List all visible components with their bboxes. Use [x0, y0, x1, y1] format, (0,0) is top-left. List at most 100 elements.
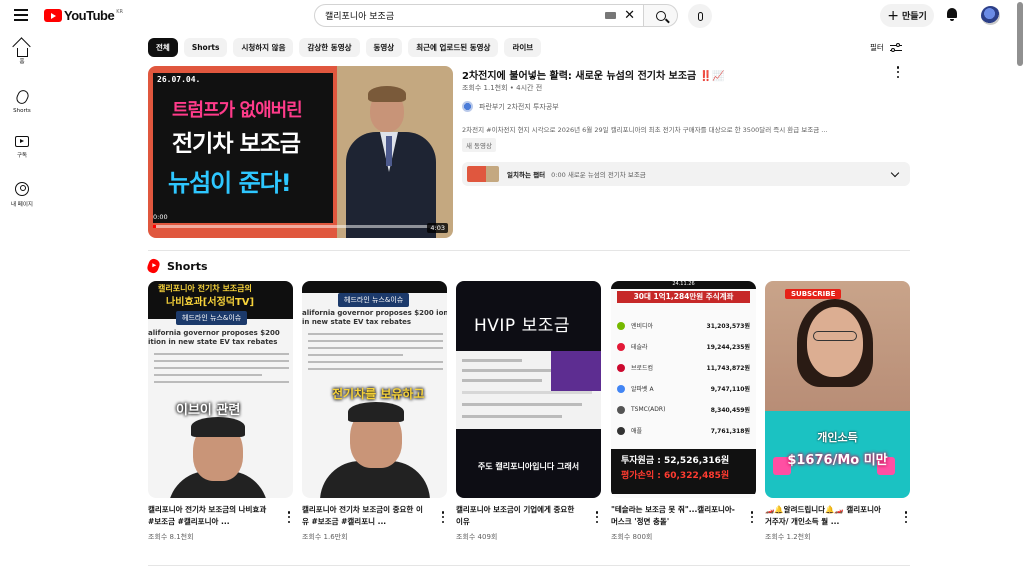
short-thumb-line-2: $1676/Mo 미만: [787, 453, 888, 468]
short-more-icon[interactable]: [904, 511, 908, 523]
shorts-logo-icon: [145, 257, 162, 275]
short-more-icon[interactable]: [287, 511, 291, 523]
chapter-label: 일치하는 챕터: [507, 171, 546, 179]
create-label: 만들기: [901, 12, 927, 22]
subscriptions-icon: [15, 136, 29, 147]
you-icon: [15, 182, 29, 196]
voice-search-button[interactable]: [688, 4, 712, 28]
logo-country: KR: [116, 8, 123, 15]
shorts-section-title: Shorts: [167, 259, 208, 273]
chip-watched[interactable]: 감상한 동영상: [299, 38, 360, 57]
sidebar-item-label: Shorts: [13, 108, 31, 114]
matching-chapter[interactable]: 일치하는 챕터 0:00 새로운 뉴섬의 전기차 보조금: [462, 162, 910, 186]
short-title[interactable]: 캘리포니아 전기차 보조금의 나비효과 #보조금 #캘리포니아 ...: [148, 504, 273, 528]
stock-value: 8,340,459원: [710, 407, 750, 414]
stock-row: 브로드컴 11,743,872원: [617, 361, 750, 374]
avatar[interactable]: [981, 6, 1000, 25]
search-query[interactable]: 캘리포니아 보조금: [325, 9, 605, 22]
channel-name: 파란부기 2차전지 투자공부: [479, 102, 559, 111]
notifications-icon[interactable]: [946, 8, 958, 21]
short-thumb-date: 24.11.26: [611, 281, 756, 289]
new-video-badge: 새 동영상: [462, 138, 496, 152]
stock-value: 7,761,318원: [710, 428, 750, 435]
stock-row: 엔비디아 31,203,573원: [617, 319, 750, 332]
video-title-emoji: ‼️📈: [699, 71, 725, 82]
chip-videos[interactable]: 동영상: [365, 38, 403, 57]
stock-row: 테슬라 19,244,235원: [617, 340, 750, 353]
logo-text: YouTube: [64, 8, 115, 23]
short-more-icon[interactable]: [595, 511, 599, 523]
short-thumb-title: HVIP 보조금: [474, 316, 571, 336]
short-more-icon[interactable]: [750, 511, 754, 523]
chip-unwatched[interactable]: 시청하지 않음: [233, 38, 294, 57]
short-title[interactable]: 캘리포니아 보조금이 기업에게 중요한 이유: [456, 504, 581, 528]
stock-name: 엔비디아: [631, 323, 654, 330]
video-more-icon[interactable]: [896, 66, 900, 78]
stock-name: TSMC(ADR): [631, 406, 666, 413]
stock-logo-icon: [617, 321, 625, 330]
short-thumb-sub: 나비효과[서정덕TV]: [166, 297, 255, 308]
chip-recently-uploaded[interactable]: 최근에 업로드된 동영상: [408, 38, 499, 57]
sidebar-item-label: 구독: [16, 153, 28, 159]
video-title[interactable]: 2차전지에 불어넣는 활력: 새로운 뉴섬의 전기차 보조금 ‼️📈: [462, 67, 872, 82]
filter-label: 필터: [870, 43, 884, 52]
channel-avatar[interactable]: [462, 101, 473, 112]
chip-live[interactable]: 라이브: [504, 38, 542, 57]
short-title[interactable]: 캘리포니아 전기차 보조금이 중요한 이유 #보조금 #캘리포니 ...: [302, 504, 427, 528]
clear-search-icon[interactable]: ✕: [624, 9, 635, 22]
chapter-text: 0:00 새로운 뉴섬의 전기차 보조금: [551, 171, 646, 179]
sidebar-item-you[interactable]: 내 페이지: [0, 176, 44, 222]
short-title[interactable]: "테슬라는 보조금 못 줘"...캘리포니아-머스크 '정면 충돌': [611, 504, 736, 528]
video-description: 2차전지 #이차전지 현지 시각으로 2026년 6월 29일 캘리포니아의 최…: [462, 126, 828, 134]
search-button[interactable]: [644, 4, 678, 27]
short-thumb-caption: 주도 캘리포니아입니다 그래서: [477, 462, 580, 471]
subscribe-badge: SUBSCRIBE: [785, 289, 842, 299]
search-icon: [655, 10, 666, 21]
short-card[interactable]: 헤드라인 뉴스&이슈 alifornia governor proposes $…: [302, 281, 447, 542]
sidebar-item-shorts[interactable]: Shorts: [0, 84, 44, 130]
sidebar-item-subscriptions[interactable]: 구독: [0, 130, 44, 176]
sidebar-item-home[interactable]: 홈: [0, 38, 44, 84]
short-title[interactable]: 🏎️🔔알려드립니다🔔🏎️ 캘리포니아 거주자/ 개인소득 월 ...: [765, 504, 890, 528]
short-card[interactable]: SUBSCRIBE 개인소득 $1676/Mo 미만 🏎️🔔알려드립니다🔔🏎️ …: [765, 281, 910, 542]
chip-shorts[interactable]: Shorts: [183, 38, 228, 57]
divider: [148, 565, 910, 566]
plus-icon: +: [887, 7, 899, 24]
keyboard-icon[interactable]: [605, 12, 617, 19]
filter-button[interactable]: 필터: [870, 42, 902, 53]
youtube-logo[interactable]: YouTube KR: [44, 8, 123, 23]
stock-name: 브로드컴: [631, 365, 654, 372]
sidebar: 홈 Shorts 구독 내 페이지: [0, 38, 44, 222]
short-card[interactable]: 24.11.26 30대 1억1,284만원 주식계좌 엔비디아 31,203,5…: [611, 281, 756, 542]
stock-value: 19,244,235원: [706, 344, 750, 351]
scrollbar[interactable]: [1016, 0, 1024, 572]
menu-icon[interactable]: [14, 9, 28, 21]
filter-chips: 전체 Shorts 시청하지 않음 감상한 동영상 동영상 최근에 업로드된 동…: [148, 38, 542, 57]
short-views: 조회수 1.2천회: [765, 533, 811, 541]
short-more-icon[interactable]: [441, 511, 445, 523]
playback-progress[interactable]: [153, 225, 443, 228]
create-button[interactable]: + 만들기: [880, 4, 934, 27]
thumbnail-date: 26.07.04.: [157, 75, 201, 84]
short-thumbnail[interactable]: 24.11.26 30대 1억1,284만원 주식계좌 엔비디아 31,203,5…: [611, 281, 756, 498]
short-card[interactable]: HVIP 보조금 주도 캘리포니아입니다 그래서 캘리포니아 보조금이 기업에게…: [456, 281, 601, 542]
current-time: 0:00: [153, 213, 168, 221]
stock-logo-icon: [617, 342, 625, 351]
home-icon: [16, 48, 28, 57]
video-thumbnail[interactable]: 26.07.04. 트럼프가 없애버린 전기차 보조금 뉴섬이 준다! 0:00…: [148, 66, 453, 238]
scrollbar-thumb[interactable]: [1017, 2, 1023, 66]
short-thumbnail[interactable]: HVIP 보조금 주도 캘리포니아입니다 그래서: [456, 281, 601, 498]
short-thumbnail[interactable]: 캘리포니아 전기차 보조금의 나비효과[서정덕TV] 헤드라인 뉴스&이슈 al…: [148, 281, 293, 498]
short-thumbnail[interactable]: SUBSCRIBE 개인소득 $1676/Mo 미만: [765, 281, 910, 498]
thumbnail-line-3: 뉴섬이 준다!: [168, 169, 292, 197]
search-input[interactable]: 캘리포니아 보조금 ✕: [314, 4, 644, 27]
chip-all[interactable]: 전체: [148, 38, 178, 57]
stock-name: 애플: [631, 428, 643, 435]
chevron-down-icon[interactable]: [890, 168, 900, 178]
channel-link[interactable]: 파란부기 2차전지 투자공부: [462, 101, 559, 112]
short-thumb-caption: 이브이 관련: [176, 403, 241, 418]
stock-value: 31,203,573원: [706, 323, 750, 330]
short-card[interactable]: 캘리포니아 전기차 보조금의 나비효과[서정덕TV] 헤드라인 뉴스&이슈 al…: [148, 281, 293, 542]
stock-row: 애플 7,761,318원: [617, 424, 750, 437]
short-thumbnail[interactable]: 헤드라인 뉴스&이슈 alifornia governor proposes $…: [302, 281, 447, 498]
